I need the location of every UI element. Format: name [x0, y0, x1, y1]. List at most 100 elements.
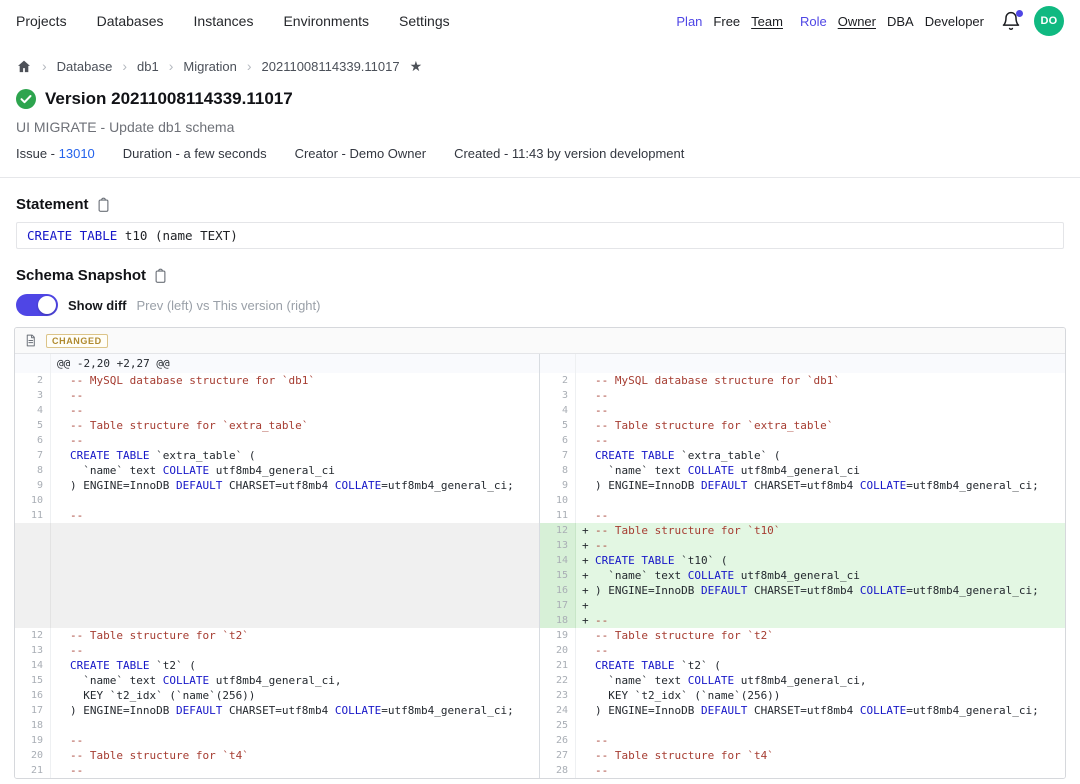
diff-row: 18+-- — [540, 613, 1065, 628]
role-owner-link[interactable]: Owner — [838, 14, 876, 29]
diff-row: 11 -- — [540, 508, 1065, 523]
statement-heading: Statement — [16, 196, 89, 213]
copy-snapshot-icon[interactable] — [153, 268, 168, 284]
schema-diff-card: CHANGED @@ -2,20 +2,27 @@ 2 -- MySQL dat… — [14, 327, 1066, 779]
diff-row: 20 -- Table structure for `t4` — [15, 748, 539, 763]
diff-row: 22 `name` text COLLATE utf8mb4_general_c… — [540, 673, 1065, 688]
breadcrumb-migration[interactable]: Migration — [183, 59, 236, 74]
meta-issue: Issue - 13010 — [16, 146, 95, 161]
breadcrumb: › Database › db1 › Migration › 202110081… — [0, 42, 1080, 74]
diff-row: 19 -- — [15, 733, 539, 748]
diff-row — [15, 523, 539, 538]
diff-row: 6 -- — [540, 433, 1065, 448]
diff-row: 10 — [15, 493, 539, 508]
diff-row — [15, 568, 539, 583]
diff-row — [15, 598, 539, 613]
diff-row: 12 -- Table structure for `t2` — [15, 628, 539, 643]
snapshot-section-header: Schema Snapshot — [0, 249, 1080, 284]
issue-link[interactable]: 13010 — [59, 146, 95, 161]
breadcrumb-database[interactable]: Database — [57, 59, 113, 74]
diff-row: 3 -- — [540, 388, 1065, 403]
changed-status-badge: CHANGED — [46, 334, 108, 348]
nav-environments[interactable]: Environments — [283, 13, 369, 29]
diff-row: 10 — [540, 493, 1065, 508]
breadcrumb-db1[interactable]: db1 — [137, 59, 159, 74]
diff-row — [15, 583, 539, 598]
diff-row: 5 -- Table structure for `extra_table` — [15, 418, 539, 433]
diff-row: 9 ) ENGINE=InnoDB DEFAULT CHARSET=utf8mb… — [15, 478, 539, 493]
star-icon[interactable]: ★ — [410, 59, 423, 73]
diff-row: 5 -- Table structure for `extra_table` — [540, 418, 1065, 433]
diff-row: 17+ — [540, 598, 1065, 613]
diff-row: 20 -- — [540, 643, 1065, 658]
diff-row: 6 -- — [15, 433, 539, 448]
diff-row: 4 -- — [540, 403, 1065, 418]
page-title: Version 20211008114339.11017 — [45, 89, 293, 109]
diff-row: 21 CREATE TABLE `t2` ( — [540, 658, 1065, 673]
notification-bell-icon[interactable] — [1001, 10, 1023, 32]
show-diff-toggle[interactable] — [16, 294, 58, 316]
diff-row: 3 -- — [15, 388, 539, 403]
diff-row: 2 -- MySQL database structure for `db1` — [540, 373, 1065, 388]
diff-row: 8 `name` text COLLATE utf8mb4_general_ci — [15, 463, 539, 478]
statement-section-header: Statement — [0, 178, 1080, 213]
diff-row — [15, 538, 539, 553]
diff-row: 2 -- MySQL database structure for `db1` — [15, 373, 539, 388]
nav-settings[interactable]: Settings — [399, 13, 450, 29]
diff-row: 8 `name` text COLLATE utf8mb4_general_ci — [540, 463, 1065, 478]
plan-current[interactable]: Free — [713, 14, 740, 29]
diff-row: 4 -- — [15, 403, 539, 418]
line-number-gutter — [15, 354, 51, 373]
diff-row: 19 -- Table structure for `t2` — [540, 628, 1065, 643]
issue-label: Issue - — [16, 146, 55, 161]
diff-row: 14+CREATE TABLE `t10` ( — [540, 553, 1065, 568]
meta-duration: Duration - a few seconds — [123, 146, 267, 161]
diff-toggle-row: Show diff Prev (left) vs This version (r… — [16, 294, 1064, 316]
diff-row: 27 -- Table structure for `t4` — [540, 748, 1065, 763]
diff-row: 25 — [540, 718, 1065, 733]
role-developer-link[interactable]: Developer — [925, 14, 984, 29]
avatar[interactable]: DO — [1034, 6, 1064, 36]
diff-row: 11 -- — [15, 508, 539, 523]
diff-row: 12+-- Table structure for `t10` — [540, 523, 1065, 538]
account-bar: Plan Free Team Role Owner DBA Developer … — [676, 6, 1064, 36]
meta-created: Created - 11:43 by version development — [454, 146, 684, 161]
toggle-knob — [38, 296, 56, 314]
diff-rows-previous: 2 -- MySQL database structure for `db1`3… — [15, 373, 539, 778]
hunk-header-spacer — [576, 354, 1065, 373]
top-nav: Projects Databases Instances Environment… — [0, 0, 1080, 42]
show-diff-hint: Prev (left) vs This version (right) — [137, 298, 321, 313]
role-dba-link[interactable]: DBA — [887, 14, 914, 29]
diff-row: 26 -- — [540, 733, 1065, 748]
diff-row: 23 KEY `t2_idx` (`name`(256)) — [540, 688, 1065, 703]
copy-statement-icon[interactable] — [96, 197, 111, 213]
diff-row: 16+) ENGINE=InnoDB DEFAULT CHARSET=utf8m… — [540, 583, 1065, 598]
diff-row — [15, 553, 539, 568]
diff-row: 14 CREATE TABLE `t2` ( — [15, 658, 539, 673]
plan-label: Plan — [676, 14, 702, 29]
nav-projects[interactable]: Projects — [16, 13, 67, 29]
nav-instances[interactable]: Instances — [194, 13, 254, 29]
breadcrumb-current-version: 20211008114339.11017 — [262, 59, 400, 74]
show-diff-label: Show diff — [68, 298, 127, 313]
diff-pane-previous: @@ -2,20 +2,27 @@ 2 -- MySQL database st… — [15, 354, 540, 778]
plan-team-link[interactable]: Team — [751, 14, 783, 29]
main-menu: Projects Databases Instances Environment… — [16, 13, 450, 29]
diff-row: 18 — [15, 718, 539, 733]
diff-rows-current: 2 -- MySQL database structure for `db1`3… — [540, 373, 1065, 778]
breadcrumb-separator: › — [42, 58, 47, 74]
sql-rest: t10 (name TEXT) — [117, 228, 237, 243]
home-icon[interactable] — [16, 59, 32, 74]
diff-row: 15 `name` text COLLATE utf8mb4_general_c… — [15, 673, 539, 688]
diff-row: 21 -- — [15, 763, 539, 778]
diff-row — [15, 613, 539, 628]
notification-dot — [1016, 10, 1023, 17]
nav-databases[interactable]: Databases — [97, 13, 164, 29]
version-subtitle: UI MIGRATE - Update db1 schema — [0, 109, 1080, 135]
success-check-icon — [16, 89, 36, 109]
diff-row: 13+-- — [540, 538, 1065, 553]
role-label: Role — [800, 14, 827, 29]
diff-row: 28 -- — [540, 763, 1065, 778]
meta-creator: Creator - Demo Owner — [295, 146, 426, 161]
hunk-header: @@ -2,20 +2,27 @@ — [51, 354, 539, 373]
